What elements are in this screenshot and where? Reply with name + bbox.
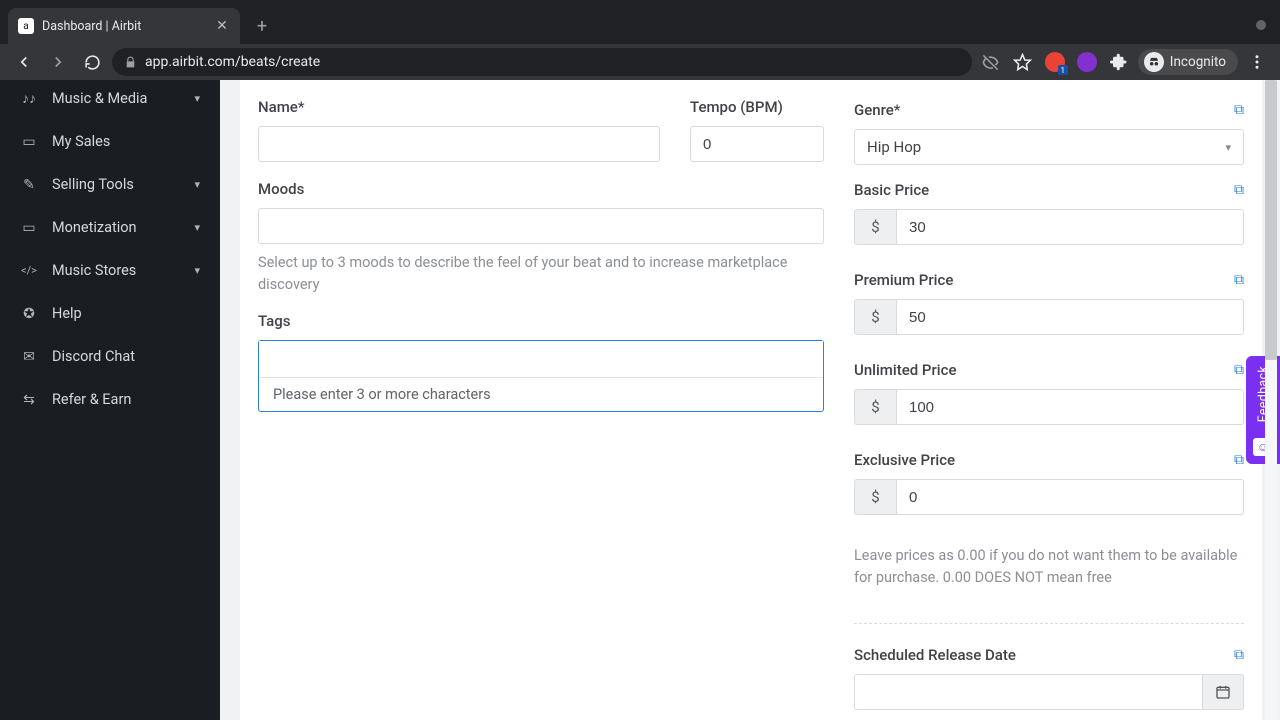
new-tab-button[interactable]: +: [248, 12, 276, 40]
copy-icon[interactable]: ⧉: [1234, 362, 1244, 378]
tempo-input[interactable]: [690, 126, 824, 162]
scheduled-date-input[interactable]: [854, 674, 1202, 710]
sidebar-item-help[interactable]: ✪ Help: [0, 292, 220, 335]
browser-tab[interactable]: a Dashboard | Airbit ✕: [8, 8, 240, 44]
sidebar-item-label: My Sales: [52, 133, 110, 150]
sidebar-item-label: Selling Tools: [52, 176, 134, 193]
chevron-down-icon: ▾: [194, 264, 200, 277]
premium-price-label: Premium Price: [854, 271, 953, 289]
browser-tab-strip: a Dashboard | Airbit ✕ +: [0, 0, 1280, 44]
currency-symbol: $: [854, 389, 896, 425]
scheduled-label: Scheduled Release Date: [854, 646, 1016, 664]
chevron-down-icon: ▾: [194, 221, 200, 234]
code-icon: </>: [20, 264, 38, 277]
scrollbar-thumb[interactable]: [1265, 80, 1277, 360]
moods-label: Moods: [258, 180, 824, 198]
price-note: Leave prices as 0.00 if you do not want …: [854, 545, 1244, 589]
copy-icon[interactable]: ⧉: [1234, 647, 1244, 663]
back-button[interactable]: [10, 48, 38, 76]
sidebar-item-label: Music Stores: [52, 262, 136, 279]
tags-label: Tags: [258, 312, 824, 330]
unlimited-price-input[interactable]: [896, 389, 1244, 425]
sidebar-item-monetization[interactable]: ▭ Monetization ▾: [0, 206, 220, 249]
extensions-icon[interactable]: [1106, 49, 1132, 75]
sidebar-item-music-media[interactable]: ♪♪ Music & Media ▾: [0, 84, 220, 120]
star-icon[interactable]: [1010, 49, 1036, 75]
reload-button[interactable]: [78, 48, 106, 76]
copy-icon[interactable]: ⧉: [1234, 272, 1244, 288]
genre-value: Hip Hop: [867, 138, 921, 156]
sidebar-item-label: Help: [52, 305, 82, 322]
basic-price-input[interactable]: [896, 209, 1244, 245]
lock-icon: [124, 56, 137, 69]
premium-price-input[interactable]: [896, 299, 1244, 335]
sidebar-item-refer[interactable]: ⇆ Refer & Earn: [0, 378, 220, 421]
address-bar[interactable]: app.airbit.com/beats/create: [112, 48, 972, 76]
copy-icon[interactable]: ⧉: [1234, 102, 1244, 118]
help-icon: ✪: [20, 306, 38, 322]
incognito-chip[interactable]: Incognito: [1138, 49, 1238, 75]
sidebar-item-label: Music & Media: [52, 90, 147, 107]
tags-input[interactable]: [259, 341, 823, 377]
currency-symbol: $: [854, 479, 896, 515]
tools-icon: ✎: [20, 177, 38, 193]
sidebar-item-selling-tools[interactable]: ✎ Selling Tools ▾: [0, 163, 220, 206]
tab-title: Dashboard | Airbit: [42, 19, 206, 34]
copy-icon[interactable]: ⧉: [1234, 182, 1244, 198]
window-control[interactable]: [1256, 20, 1266, 30]
incognito-icon: [1144, 52, 1164, 72]
moods-hint: Select up to 3 moods to describe the fee…: [258, 252, 824, 296]
tags-combobox[interactable]: Please enter 3 or more characters: [258, 340, 824, 412]
extension-badge[interactable]: [1042, 49, 1068, 75]
url-text: app.airbit.com/beats/create: [145, 54, 320, 70]
form-card: Name* Tempo (BPM) Moods Select up t: [240, 80, 1262, 720]
currency-symbol: $: [854, 209, 896, 245]
chat-icon: ✉: [20, 349, 38, 365]
calendar-button[interactable]: [1202, 674, 1244, 710]
exclusive-price-input[interactable]: [896, 479, 1244, 515]
sidebar-item-label: Discord Chat: [52, 348, 135, 365]
forward-button[interactable]: [44, 48, 72, 76]
copy-icon[interactable]: ⧉: [1234, 452, 1244, 468]
incognito-label: Incognito: [1170, 54, 1226, 70]
currency-symbol: $: [854, 299, 896, 335]
caret-down-icon: ▾: [1225, 141, 1231, 154]
genre-select[interactable]: Hip Hop ▾: [854, 129, 1244, 165]
tempo-label: Tempo (BPM): [690, 98, 824, 116]
chevron-down-icon: ▾: [194, 92, 200, 105]
name-label: Name*: [258, 98, 660, 116]
extension-settings[interactable]: [1074, 49, 1100, 75]
exclusive-price-label: Exclusive Price: [854, 451, 955, 469]
sidebar-item-my-sales[interactable]: ▭ My Sales: [0, 120, 220, 163]
basic-price-label: Basic Price: [854, 181, 929, 199]
browser-toolbar: app.airbit.com/beats/create Incognito: [0, 44, 1280, 80]
tags-hint: Please enter 3 or more characters: [259, 377, 823, 411]
main-content: What's this? Name* Tempo (BPM): [220, 80, 1280, 720]
divider: [854, 623, 1244, 624]
moods-input[interactable]: [258, 208, 824, 244]
sidebar-item-label: Refer & Earn: [52, 391, 131, 408]
chevron-down-icon: ▾: [194, 178, 200, 191]
close-icon[interactable]: ✕: [214, 18, 230, 34]
tab-favicon: a: [18, 18, 34, 34]
name-input[interactable]: [258, 126, 660, 162]
eye-off-icon[interactable]: [978, 49, 1004, 75]
wallet-icon: ▭: [20, 134, 38, 150]
sidebar-item-label: Monetization: [52, 219, 137, 236]
sidebar-item-music-stores[interactable]: </> Music Stores ▾: [0, 249, 220, 292]
menu-icon[interactable]: [1244, 49, 1270, 75]
music-icon: ♪♪: [20, 90, 38, 107]
unlimited-price-label: Unlimited Price: [854, 361, 956, 379]
sidebar: ♪♪ Music & Media ▾ ▭ My Sales ✎ Selling …: [0, 80, 220, 720]
sidebar-item-discord[interactable]: ✉ Discord Chat: [0, 335, 220, 378]
card-icon: ▭: [20, 220, 38, 236]
share-icon: ⇆: [20, 392, 38, 408]
genre-label: Genre*: [854, 101, 900, 119]
